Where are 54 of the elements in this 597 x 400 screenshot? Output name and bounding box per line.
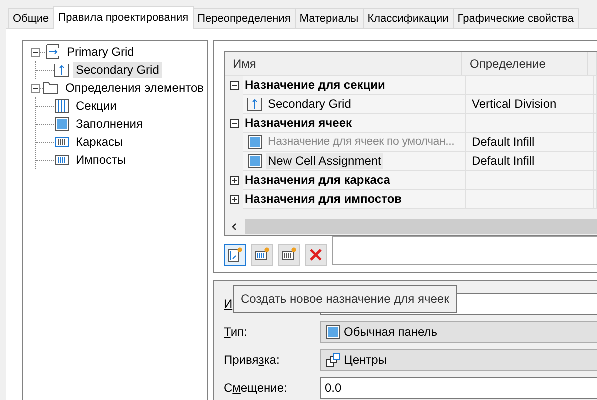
tree-item[interactable]: Заполнения — [73, 116, 146, 132]
tree-item[interactable]: Secondary Grid — [73, 62, 162, 78]
tree-item[interactable]: Каркасы — [73, 134, 126, 150]
division-icon — [54, 98, 70, 114]
panel-icon — [325, 324, 341, 340]
panel-icon — [54, 116, 70, 132]
table-cell: Vertical Division — [466, 95, 594, 114]
tree-item[interactable]: Primary Grid — [64, 44, 138, 60]
new-frame-icon — [254, 247, 270, 263]
input-field[interactable]: 0.0 — [320, 377, 597, 399]
tab[interactable]: Графические свойства — [452, 8, 579, 28]
column-header[interactable]: Определение — [462, 52, 588, 75]
expander-icon[interactable] — [31, 48, 40, 56]
new-mullion-icon — [281, 247, 297, 263]
expander-icon[interactable] — [230, 81, 238, 90]
grid-icon — [54, 62, 70, 78]
tree-item[interactable]: Импосты — [73, 152, 130, 168]
dropdown[interactable]: Обычная панель — [320, 321, 597, 343]
grid-icon — [45, 44, 61, 60]
tree-item[interactable]: Секции — [73, 98, 120, 114]
column-header[interactable]: Имя — [225, 52, 462, 75]
expander-icon[interactable] — [31, 84, 40, 92]
expander-icon[interactable] — [230, 176, 238, 185]
toolbar-button[interactable] — [305, 244, 327, 266]
table-cell[interactable]: New Cell Assignment — [266, 153, 384, 169]
field-label: Смещение: — [224, 381, 288, 395]
dropdown[interactable]: Центры — [320, 349, 597, 371]
toolbar-button[interactable] — [224, 244, 246, 266]
toolbar-button[interactable] — [278, 244, 300, 266]
expander-icon[interactable] — [230, 119, 238, 128]
align-icon — [325, 352, 341, 368]
field-label: Тип: — [224, 325, 248, 339]
scroll-left-icon[interactable] — [231, 222, 239, 230]
grid-icon — [247, 96, 263, 112]
new-cell-icon — [227, 247, 243, 263]
frame-icon — [54, 134, 70, 150]
mullion-icon — [54, 152, 70, 168]
table-cell: Default Infill — [466, 133, 594, 152]
field-label: Привязка: — [224, 353, 280, 367]
folder-icon — [43, 80, 60, 96]
table-cell: Default Infill — [466, 152, 594, 171]
tree-item[interactable]: Определения элементов — [62, 80, 207, 96]
group-header: Назначения ячеек — [243, 114, 466, 133]
group-header: Назначения для импостов — [243, 190, 466, 209]
group-header: Назначение для секции — [243, 76, 466, 95]
expander-icon[interactable] — [230, 195, 238, 204]
delete-icon — [308, 247, 324, 263]
toolbar-button[interactable] — [251, 244, 273, 266]
field-label: И — [224, 297, 233, 311]
tooltip: Создать новое назначение для ячеек — [233, 285, 458, 313]
tab[interactable]: Правила проектирования — [53, 6, 194, 29]
group-header: Назначения для каркаса — [243, 171, 466, 190]
text-field[interactable] — [332, 236, 597, 265]
tab[interactable]: Общие — [8, 8, 54, 28]
